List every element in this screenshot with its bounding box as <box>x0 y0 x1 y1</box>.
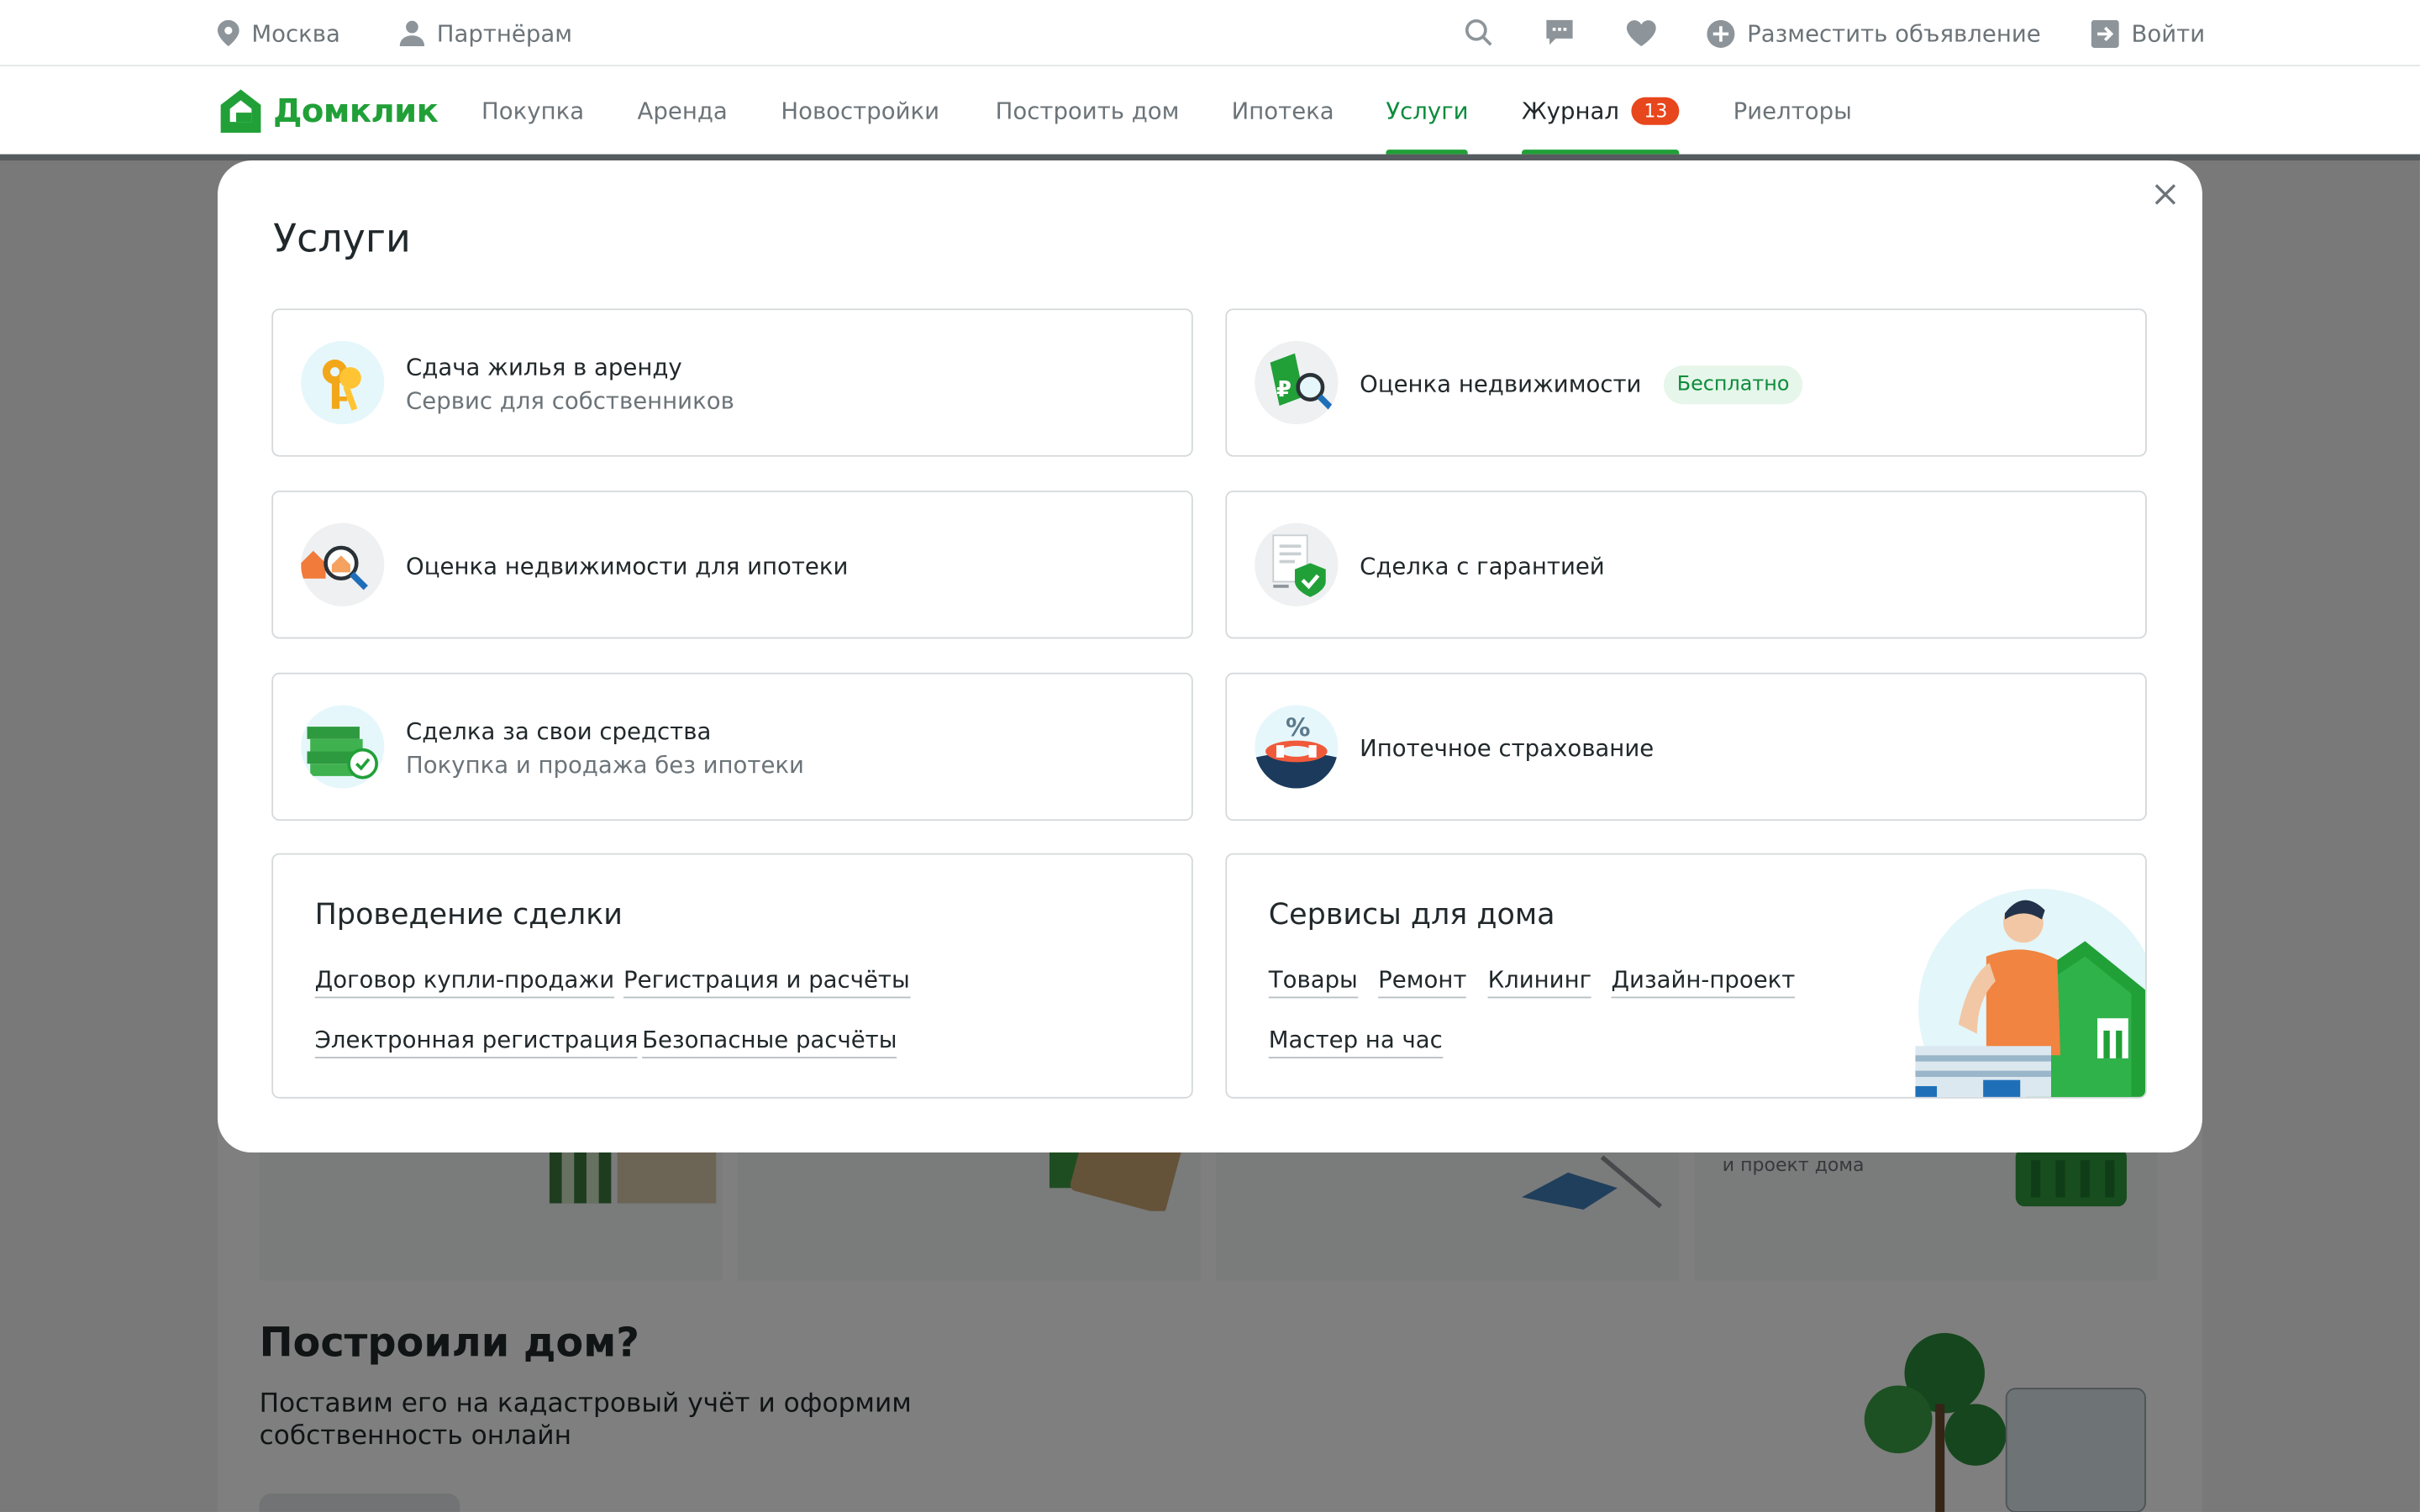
close-icon <box>2154 184 2176 205</box>
link-electronic-registration[interactable]: Электронная регистрация <box>314 1026 639 1058</box>
card-mortgage-valuation[interactable]: Оценка недвижимости для ипотеки <box>271 491 1193 640</box>
svg-text:₽: ₽ <box>1276 377 1292 402</box>
modal-title: Услуги <box>273 216 411 261</box>
card-rent-out[interactable]: Сдача жилья в аренду Сервис для собствен… <box>271 308 1193 458</box>
nav-item-new-buildings[interactable]: Новостройки <box>781 68 939 155</box>
card-property-valuation[interactable]: ₽ Оценка недвижимости Бесплатно <box>1225 308 2147 458</box>
search-button[interactable] <box>1463 17 1494 48</box>
card-mortgage-insurance[interactable]: % Ипотечное страхование <box>1225 672 2147 822</box>
nav-label: Риелторы <box>1733 97 1852 125</box>
card-guaranteed-deal[interactable]: Сделка с гарантией <box>1225 491 2147 640</box>
nav-item-realtors[interactable]: Риелторы <box>1733 68 1852 155</box>
login-icon <box>2091 18 2119 48</box>
main-nav: Домклик Покупка Аренда Новостройки Постр… <box>0 67 2420 155</box>
top-bar: Москва Партнёрам Разместить объявление В… <box>0 0 2420 66</box>
services-modal: Услуги Сдача жилья в аренду Сервис для с… <box>217 160 2202 1153</box>
card-text: Сдача жилья в аренду Сервис для собствен… <box>406 310 734 458</box>
nav-shadow <box>0 154 2420 161</box>
chat-icon <box>1545 19 1572 45</box>
link-registration-payments[interactable]: Регистрация и расчёты <box>623 966 910 999</box>
card-text: Сделка с гарантией <box>1360 492 1605 640</box>
nav-label: Покупка <box>481 97 585 125</box>
nav-item-buy[interactable]: Покупка <box>481 68 584 155</box>
card-title: Оценка недвижимости для ипотеки <box>406 552 849 580</box>
nav-item-rent[interactable]: Аренда <box>638 68 728 155</box>
card-text: Сделка за свои средства Покупка и продаж… <box>406 675 804 822</box>
nav-item-mortgage[interactable]: Ипотека <box>1232 68 1334 155</box>
link-sale-contract[interactable]: Договор купли-продажи <box>314 966 615 999</box>
logo-text: Домклик <box>273 92 439 130</box>
domclick-logo-icon <box>220 89 261 133</box>
money-stack-icon <box>301 705 385 789</box>
svg-text:%: % <box>1286 713 1310 742</box>
card-title: Ипотечное страхование <box>1360 734 1655 763</box>
post-ad-button[interactable]: Разместить объявление <box>1707 0 2041 66</box>
favorites-button[interactable] <box>1625 17 1656 48</box>
logo[interactable]: Домклик <box>218 87 439 136</box>
handyman-illustration <box>1915 885 2146 1097</box>
nav-item-services[interactable]: Услуги <box>1386 68 1469 155</box>
nav-label: Аренда <box>637 97 728 125</box>
nav-label: Ипотека <box>1231 97 1334 125</box>
free-badge: Бесплатно <box>1663 365 1804 404</box>
card-title: Сделка за свои средства <box>406 717 712 746</box>
messages-button[interactable] <box>1544 17 1575 48</box>
heart-icon <box>1625 19 1655 46</box>
partners-link[interactable]: Партнёрам <box>399 0 573 66</box>
close-button[interactable] <box>2150 179 2181 210</box>
card-text: Оценка недвижимости Бесплатно <box>1360 310 1804 458</box>
document-shield-icon <box>1255 522 1339 606</box>
location-pin-icon <box>217 19 239 47</box>
link-design-project[interactable]: Дизайн-проект <box>1611 966 1796 999</box>
city-label: Москва <box>251 18 340 48</box>
nav-label: Построить дом <box>995 97 1180 125</box>
link-repair[interactable]: Ремонт <box>1378 966 1467 999</box>
card-subtitle: Покупка и продажа без ипотеки <box>406 751 804 780</box>
nav-item-journal[interactable]: Журнал 13 <box>1521 68 1681 155</box>
deal-services-title: Проведение сделки <box>314 897 623 932</box>
partners-label: Партнёрам <box>436 18 573 48</box>
house-magnifier-icon <box>301 522 385 606</box>
nav-label: Услуги <box>1386 97 1469 125</box>
card-title: Сдача жилья в аренду <box>406 353 682 381</box>
link-handyman[interactable]: Мастер на час <box>1268 1026 1443 1058</box>
person-icon <box>399 20 425 47</box>
card-title: Сделка с гарантией <box>1360 552 1605 580</box>
journal-count-badge: 13 <box>1631 97 1681 125</box>
home-services-card: Сервисы для дома Товары Ремонт Клининг Д… <box>1225 853 2147 1099</box>
card-text: Оценка недвижимости для ипотеки <box>406 492 848 640</box>
nav-label: Новостройки <box>781 97 940 125</box>
city-selector[interactable]: Москва <box>217 0 340 66</box>
card-title-row: Оценка недвижимости Бесплатно <box>1360 365 1804 404</box>
card-subtitle: Сервис для собственников <box>406 387 734 416</box>
nav-item-build-house[interactable]: Построить дом <box>996 68 1180 155</box>
search-icon <box>1465 18 1492 46</box>
login-button[interactable]: Войти <box>2091 0 2205 66</box>
link-goods[interactable]: Товары <box>1268 966 1358 999</box>
lifebuoy-icon: % <box>1255 705 1339 789</box>
card-text: Ипотечное страхование <box>1360 675 1654 822</box>
link-cleaning[interactable]: Клининг <box>1487 966 1592 999</box>
card-title: Оценка недвижимости <box>1360 370 1642 398</box>
plus-circle-icon <box>1707 18 1735 48</box>
deal-services-card: Проведение сделки Договор купли-продажи … <box>271 853 1193 1099</box>
keys-icon <box>301 340 385 425</box>
post-ad-label: Разместить объявление <box>1747 18 2041 48</box>
login-label: Войти <box>2131 18 2206 48</box>
card-own-funds-deal[interactable]: Сделка за свои средства Покупка и продаж… <box>271 672 1193 822</box>
link-safe-payments[interactable]: Безопасные расчёты <box>642 1026 897 1058</box>
home-services-title: Сервисы для дома <box>1268 897 1555 932</box>
nav-label: Журнал <box>1521 97 1619 125</box>
price-tag-magnifier-icon: ₽ <box>1255 340 1339 425</box>
